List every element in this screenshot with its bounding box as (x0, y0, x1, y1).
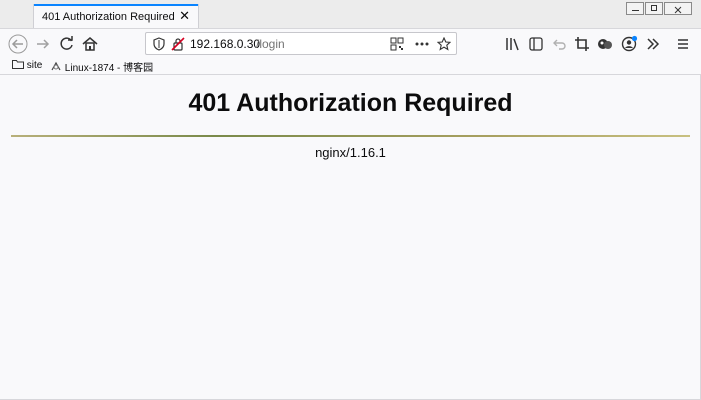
error-heading: 401 Authorization Required (188, 89, 513, 117)
url-path: /login (256, 37, 285, 51)
home-icon (82, 37, 98, 51)
chevron-double-right-icon (647, 38, 660, 50)
home-button[interactable] (80, 34, 100, 54)
qr-code-icon[interactable] (390, 37, 404, 51)
undo-button[interactable] (549, 34, 569, 54)
address-bar[interactable]: 192.168.0.30 /login (145, 32, 457, 55)
screenshot-button[interactable] (572, 34, 592, 54)
sidebar-button[interactable] (526, 34, 546, 54)
back-arrow-icon (8, 34, 28, 54)
bookmark-label: Linux-1874 - 博客园 (64, 63, 154, 74)
title-bar: 401 Authorization Required ✕ (0, 0, 701, 28)
shield-icon[interactable] (152, 37, 166, 51)
extension-icon (598, 39, 612, 49)
insecure-lock-icon[interactable] (171, 37, 185, 51)
tab-close-icon[interactable]: ✕ (179, 9, 190, 22)
crop-icon (575, 37, 589, 51)
hamburger-menu-button[interactable] (673, 34, 693, 54)
library-button[interactable] (503, 34, 523, 54)
horizontal-rule (11, 135, 690, 137)
page-actions-icon[interactable] (414, 37, 430, 51)
tab-highlight (34, 4, 198, 6)
tab-title: 401 Authorization Required (42, 11, 175, 23)
extension-button[interactable] (595, 34, 615, 54)
sidebar-icon (529, 37, 543, 51)
hamburger-menu-icon (678, 39, 688, 49)
forward-button[interactable] (33, 34, 53, 54)
account-button[interactable] (619, 34, 639, 54)
tab-active[interactable]: 401 Authorization Required ✕ (33, 4, 199, 28)
forward-arrow-icon (37, 39, 50, 49)
back-button[interactable] (8, 34, 28, 54)
site-favicon-icon (51, 61, 61, 71)
folder-icon (12, 60, 24, 69)
page-content: 401 Authorization Required nginx/1.16.1 (0, 75, 701, 400)
account-icon (621, 35, 638, 52)
undo-arrow-icon (553, 39, 566, 50)
reload-icon (60, 36, 73, 50)
close-window-icon (674, 6, 682, 14)
url-host: 192.168.0.30 (190, 37, 261, 51)
navigation-toolbar: 192.168.0.30 /login (0, 28, 701, 58)
minimize-button[interactable] (626, 2, 644, 15)
bookmark-label: site (26, 60, 43, 71)
maximize-button[interactable] (645, 2, 663, 15)
bookmark-star-icon[interactable] (437, 37, 451, 51)
bookmark-folder-site[interactable]: site (12, 59, 42, 71)
bookmark-linux-1874[interactable]: Linux-1874 - 博客园 (50, 59, 153, 74)
close-window-button[interactable] (664, 2, 692, 15)
reload-button[interactable] (57, 34, 77, 54)
server-signature: nginx/1.16.1 (315, 145, 386, 160)
bookmarks-toolbar: site Linux-1874 - 博客园 (0, 58, 701, 75)
library-icon (506, 38, 519, 51)
overflow-menu-button[interactable] (643, 34, 663, 54)
